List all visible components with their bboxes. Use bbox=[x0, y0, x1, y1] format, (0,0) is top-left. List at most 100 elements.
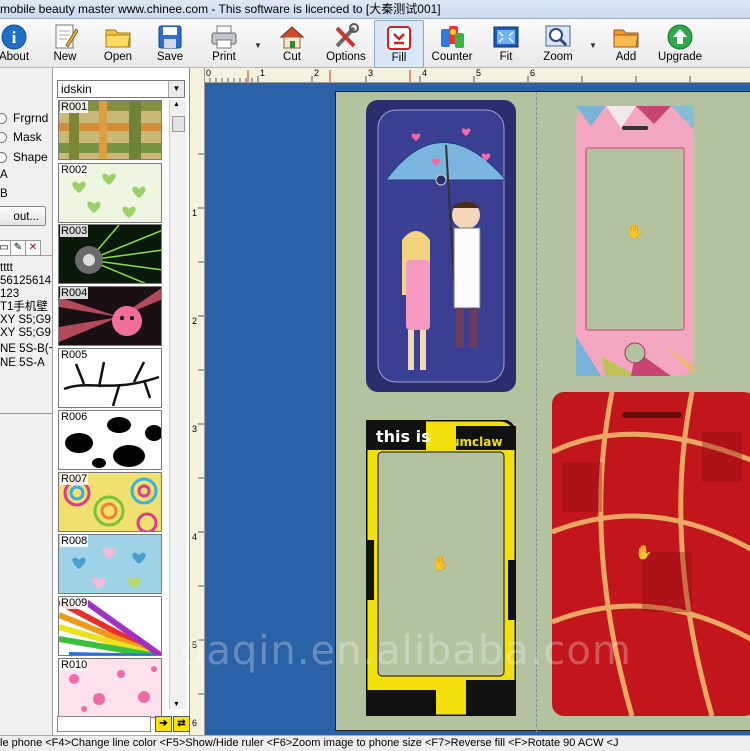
ruler-label: 2 bbox=[314, 68, 320, 78]
svg-text:i: i bbox=[12, 28, 17, 47]
tab-edit-icon[interactable]: ✎ bbox=[10, 240, 26, 256]
model-list-item[interactable]: 56125614 bbox=[0, 275, 51, 288]
print-button[interactable]: Print bbox=[206, 20, 242, 66]
ruler-label: 5 bbox=[192, 640, 198, 650]
new-button[interactable]: New bbox=[48, 20, 82, 66]
about-button[interactable]: i About bbox=[0, 20, 32, 66]
save-button[interactable]: Save bbox=[152, 20, 188, 66]
skin-thumbnail-r010[interactable]: R010 bbox=[58, 658, 162, 718]
radio-dot bbox=[0, 151, 7, 163]
svg-text:✋: ✋ bbox=[635, 544, 652, 560]
radio-foreground[interactable]: Frgrnd bbox=[0, 111, 48, 125]
phone-skin-geometric[interactable]: ✋ bbox=[576, 106, 694, 376]
about-label: About bbox=[0, 51, 30, 63]
radio-foreground-label: Frgrnd bbox=[13, 111, 49, 125]
window-title: mobile beauty master www.chinee.com - Th… bbox=[0, 0, 750, 19]
cartoon-couple-skin bbox=[366, 100, 516, 392]
panel-tabs: ▭ ✎ ✕ bbox=[0, 239, 52, 256]
scroll-up-icon[interactable]: ▲ bbox=[173, 101, 180, 108]
upgrade-label: Upgrade bbox=[657, 51, 703, 63]
skin-thumbnail-r003[interactable]: R003 bbox=[58, 224, 162, 284]
radio-mask[interactable]: Mask bbox=[0, 130, 42, 144]
top-ruler: 0 1 2 3 4 5 6 bbox=[190, 68, 750, 83]
next-arrow-button[interactable]: ➔ bbox=[155, 716, 172, 732]
new-document-icon bbox=[50, 23, 80, 51]
zoom-dropdown-arrow[interactable]: ▼ bbox=[589, 41, 597, 50]
options-button[interactable]: Options bbox=[324, 20, 368, 66]
fill-icon bbox=[384, 24, 414, 52]
left-ruler: 1 2 3 4 5 6 bbox=[190, 68, 205, 735]
scroll-down-icon[interactable]: ▼ bbox=[173, 701, 180, 708]
skin-thumbnail-r009[interactable]: R009 bbox=[58, 596, 162, 656]
zoom-icon bbox=[543, 23, 573, 51]
print-dropdown-arrow[interactable]: ▼ bbox=[254, 41, 262, 50]
print-sheet[interactable]: ✋ this is zumclaw ✋ ✋ bbox=[335, 91, 750, 732]
add-button[interactable]: Add bbox=[608, 20, 644, 66]
fill-button[interactable]: Fill bbox=[374, 20, 424, 68]
model-list-item[interactable]: T1手机壁 bbox=[0, 301, 48, 314]
skin-thumbnail-r008[interactable]: R008 bbox=[58, 534, 162, 594]
ruler-label: 3 bbox=[368, 68, 374, 78]
ruler-label: 1 bbox=[192, 208, 198, 218]
phone-skin-cartoon-couple[interactable] bbox=[366, 100, 516, 392]
status-bar: le phone <F4>Change line color <F5>Show/… bbox=[0, 735, 750, 751]
options-label: Options bbox=[326, 51, 366, 63]
radio-mask-label: Mask bbox=[13, 130, 42, 144]
skin-thumbnail-r006[interactable]: R006 bbox=[58, 410, 162, 470]
skin-code: R009 bbox=[60, 597, 89, 609]
printer-icon bbox=[209, 23, 239, 51]
graffiti-text-2: zumclaw bbox=[444, 435, 502, 449]
zoom-button[interactable]: Zoom bbox=[538, 20, 578, 66]
house-cut-icon bbox=[277, 23, 307, 51]
skin-code: R007 bbox=[60, 473, 89, 485]
print-label: Print bbox=[212, 51, 236, 63]
skin-thumbnail-r005[interactable]: R005 bbox=[58, 348, 162, 408]
library-select[interactable]: idskin ▼ bbox=[57, 80, 185, 98]
skin-library-panel: idskin ▼ R001 R002 R003 R004 R005 R006 R0… bbox=[53, 68, 190, 735]
model-list-item[interactable]: XY S5;G9 bbox=[0, 314, 51, 327]
counter-button[interactable]: Counter bbox=[428, 20, 476, 66]
folder-open-icon bbox=[103, 23, 133, 51]
model-list-item[interactable]: XY S5;G9 bbox=[0, 327, 51, 340]
phone-skin-red-tiles[interactable]: ✋ bbox=[550, 391, 750, 717]
radio-dot bbox=[0, 112, 7, 124]
skin-code: R005 bbox=[60, 349, 89, 361]
refresh-arrow-button[interactable]: ⇄ bbox=[173, 716, 190, 732]
skin-thumbnail-r001[interactable]: R001 bbox=[58, 100, 162, 160]
add-folder-icon bbox=[611, 23, 641, 51]
radio-shape[interactable]: Shape bbox=[0, 150, 48, 164]
model-list-item[interactable]: NE 5S-A bbox=[0, 357, 45, 370]
skin-thumbnail-r007[interactable]: R007 bbox=[58, 472, 162, 532]
model-list-item[interactable]: NE 5S-B(~ bbox=[0, 343, 52, 356]
zoom-label: Zoom bbox=[543, 51, 573, 63]
tools-icon bbox=[331, 23, 361, 51]
add-label: Add bbox=[615, 51, 637, 63]
guide-line bbox=[536, 92, 538, 732]
upgrade-button[interactable]: Upgrade bbox=[655, 20, 705, 66]
design-canvas[interactable]: ✋ this is zumclaw ✋ ✋ bbox=[205, 83, 750, 735]
cut-button[interactable]: Cut bbox=[274, 20, 310, 66]
ruler-label: 1 bbox=[260, 68, 266, 78]
scroll-thumb[interactable] bbox=[172, 116, 185, 132]
skin-thumbnail-r004[interactable]: R004 bbox=[58, 286, 162, 346]
ruler-label: 3 bbox=[192, 424, 198, 434]
label-b: B bbox=[0, 188, 8, 200]
skin-thumbnail-r002[interactable]: R002 bbox=[58, 163, 162, 223]
tab-close-icon[interactable]: ✕ bbox=[25, 240, 41, 256]
model-list-item[interactable]: 123 bbox=[0, 288, 19, 301]
skin-code: R008 bbox=[60, 535, 89, 547]
fit-button[interactable]: Fit bbox=[488, 20, 524, 66]
library-scrollbar[interactable]: ▲ ▼ bbox=[169, 100, 186, 709]
library-footer: ➔ ⇄ bbox=[57, 716, 190, 732]
skin-code: R001 bbox=[60, 101, 89, 113]
chevron-down-icon: ▼ bbox=[168, 81, 184, 97]
about-dialog-button[interactable]: out... bbox=[0, 206, 46, 226]
library-search-input[interactable] bbox=[57, 716, 151, 732]
open-button[interactable]: Open bbox=[100, 20, 136, 66]
upgrade-arrow-icon bbox=[665, 23, 695, 51]
fit-screen-icon bbox=[491, 23, 521, 51]
phone-skin-graffiti[interactable]: this is zumclaw ✋ bbox=[364, 418, 518, 718]
model-list-item[interactable]: tttt bbox=[0, 262, 13, 275]
info-icon: i bbox=[0, 23, 29, 51]
radio-dot bbox=[0, 131, 7, 143]
